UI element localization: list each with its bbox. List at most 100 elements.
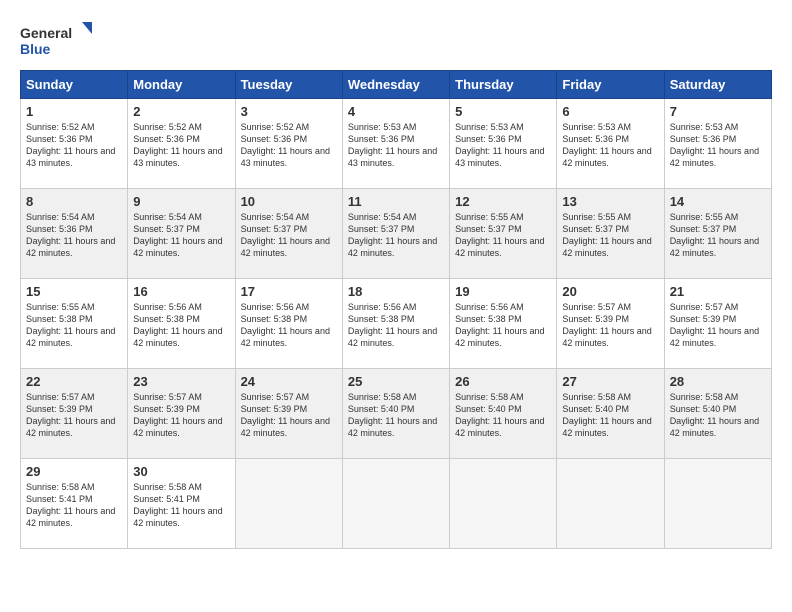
day-info: Sunrise: 5:57 AMSunset: 5:39 PMDaylight:…: [562, 301, 658, 350]
weekday-header-sunday: Sunday: [21, 71, 128, 99]
day-info: Sunrise: 5:53 AMSunset: 5:36 PMDaylight:…: [670, 121, 766, 170]
day-info: Sunrise: 5:54 AMSunset: 5:37 PMDaylight:…: [133, 211, 229, 260]
day-number: 1: [26, 104, 122, 119]
calendar-cell: 17 Sunrise: 5:56 AMSunset: 5:38 PMDayligh…: [235, 279, 342, 369]
day-number: 28: [670, 374, 766, 389]
calendar-cell: 27Sunrise: 5:58 AMSunset: 5:40 PMDayligh…: [557, 369, 664, 459]
calendar-cell: 25 Sunrise: 5:58 AMSunset: 5:40 PMDayligh…: [342, 369, 449, 459]
calendar-cell: 14 Sunrise: 5:55 AMSunset: 5:37 PMDayligh…: [664, 189, 771, 279]
logo: GeneralBlue: [20, 20, 100, 60]
day-number: 19: [455, 284, 551, 299]
day-info: Sunrise: 5:52 AMSunset: 5:36 PMDaylight:…: [26, 121, 122, 170]
calendar-week-4: 22 Sunrise: 5:57 AMSunset: 5:39 PMDayligh…: [21, 369, 772, 459]
day-number: 18: [348, 284, 444, 299]
day-number: 3: [241, 104, 337, 119]
calendar-table: SundayMondayTuesdayWednesdayThursdayFrid…: [20, 70, 772, 549]
calendar-cell: 20 Sunrise: 5:57 AMSunset: 5:39 PMDayligh…: [557, 279, 664, 369]
day-info: Sunrise: 5:55 AMSunset: 5:37 PMDaylight:…: [670, 211, 766, 260]
day-number: 13: [562, 194, 658, 209]
calendar-cell: 24 Sunrise: 5:57 AMSunset: 5:39 PMDayligh…: [235, 369, 342, 459]
weekday-header-wednesday: Wednesday: [342, 71, 449, 99]
calendar-cell: 11Sunrise: 5:54 AMSunset: 5:37 PMDayligh…: [342, 189, 449, 279]
day-number: 25: [348, 374, 444, 389]
day-number: 23: [133, 374, 229, 389]
calendar-cell: 2 Sunrise: 5:52 AMSunset: 5:36 PMDaylight…: [128, 99, 235, 189]
day-info: Sunrise: 5:56 AMSunset: 5:38 PMDaylight:…: [348, 301, 444, 350]
weekday-header-thursday: Thursday: [450, 71, 557, 99]
calendar-cell: 21 Sunrise: 5:57 AMSunset: 5:39 PMDayligh…: [664, 279, 771, 369]
day-info: Sunrise: 5:58 AMSunset: 5:40 PMDaylight:…: [562, 391, 658, 440]
day-info: Sunrise: 5:55 AMSunset: 5:37 PMDaylight:…: [562, 211, 658, 260]
calendar-cell: 15 Sunrise: 5:55 AMSunset: 5:38 PMDayligh…: [21, 279, 128, 369]
day-number: 2: [133, 104, 229, 119]
day-number: 11: [348, 194, 444, 209]
weekday-header-saturday: Saturday: [664, 71, 771, 99]
day-number: 5: [455, 104, 551, 119]
day-number: 9: [133, 194, 229, 209]
calendar-cell: 12 Sunrise: 5:55 AMSunset: 5:37 PMDayligh…: [450, 189, 557, 279]
calendar-cell: 29 Sunrise: 5:58 AMSunset: 5:41 PMDayligh…: [21, 459, 128, 549]
calendar-cell: 19 Sunrise: 5:56 AMSunset: 5:38 PMDayligh…: [450, 279, 557, 369]
day-info: Sunrise: 5:57 AMSunset: 5:39 PMDaylight:…: [241, 391, 337, 440]
day-info: Sunrise: 5:58 AMSunset: 5:41 PMDaylight:…: [26, 481, 122, 530]
day-info: Sunrise: 5:56 AMSunset: 5:38 PMDaylight:…: [455, 301, 551, 350]
day-number: 20: [562, 284, 658, 299]
day-info: Sunrise: 5:58 AMSunset: 5:41 PMDaylight:…: [133, 481, 229, 530]
weekday-header-friday: Friday: [557, 71, 664, 99]
calendar-cell: 9 Sunrise: 5:54 AMSunset: 5:37 PMDaylight…: [128, 189, 235, 279]
calendar-cell: 5 Sunrise: 5:53 AMSunset: 5:36 PMDaylight…: [450, 99, 557, 189]
day-info: Sunrise: 5:53 AMSunset: 5:36 PMDaylight:…: [455, 121, 551, 170]
calendar-cell: 13 Sunrise: 5:55 AMSunset: 5:37 PMDayligh…: [557, 189, 664, 279]
day-number: 24: [241, 374, 337, 389]
logo-svg: GeneralBlue: [20, 20, 100, 60]
calendar-week-3: 15 Sunrise: 5:55 AMSunset: 5:38 PMDayligh…: [21, 279, 772, 369]
day-number: 17: [241, 284, 337, 299]
day-number: 22: [26, 374, 122, 389]
calendar-cell: 23 Sunrise: 5:57 AMSunset: 5:39 PMDayligh…: [128, 369, 235, 459]
calendar-week-2: 8 Sunrise: 5:54 AMSunset: 5:36 PMDaylight…: [21, 189, 772, 279]
day-info: Sunrise: 5:55 AMSunset: 5:38 PMDaylight:…: [26, 301, 122, 350]
day-number: 6: [562, 104, 658, 119]
calendar-cell: 4Sunrise: 5:53 AMSunset: 5:36 PMDaylight…: [342, 99, 449, 189]
day-number: 21: [670, 284, 766, 299]
calendar-cell: 1 Sunrise: 5:52 AMSunset: 5:36 PMDaylight…: [21, 99, 128, 189]
calendar-cell: 10Sunrise: 5:54 AMSunset: 5:37 PMDayligh…: [235, 189, 342, 279]
day-number: 10: [241, 194, 337, 209]
svg-text:Blue: Blue: [20, 41, 51, 57]
day-number: 12: [455, 194, 551, 209]
day-info: Sunrise: 5:55 AMSunset: 5:37 PMDaylight:…: [455, 211, 551, 260]
day-info: Sunrise: 5:57 AMSunset: 5:39 PMDaylight:…: [670, 301, 766, 350]
calendar-cell: 3Sunrise: 5:52 AMSunset: 5:36 PMDaylight…: [235, 99, 342, 189]
calendar-cell: 18 Sunrise: 5:56 AMSunset: 5:38 PMDayligh…: [342, 279, 449, 369]
svg-text:General: General: [20, 25, 72, 41]
day-number: 15: [26, 284, 122, 299]
day-info: Sunrise: 5:58 AMSunset: 5:40 PMDaylight:…: [348, 391, 444, 440]
calendar-cell: 8 Sunrise: 5:54 AMSunset: 5:36 PMDaylight…: [21, 189, 128, 279]
day-info: Sunrise: 5:52 AMSunset: 5:36 PMDaylight:…: [133, 121, 229, 170]
day-number: 8: [26, 194, 122, 209]
calendar-week-1: 1 Sunrise: 5:52 AMSunset: 5:36 PMDaylight…: [21, 99, 772, 189]
calendar-cell: [235, 459, 342, 549]
day-info: Sunrise: 5:58 AMSunset: 5:40 PMDaylight:…: [670, 391, 766, 440]
day-number: 30: [133, 464, 229, 479]
day-number: 14: [670, 194, 766, 209]
calendar-cell: 28 Sunrise: 5:58 AMSunset: 5:40 PMDayligh…: [664, 369, 771, 459]
day-info: Sunrise: 5:53 AMSunset: 5:36 PMDaylight:…: [562, 121, 658, 170]
day-info: Sunrise: 5:56 AMSunset: 5:38 PMDaylight:…: [241, 301, 337, 350]
weekday-header-monday: Monday: [128, 71, 235, 99]
calendar-cell: [450, 459, 557, 549]
day-info: Sunrise: 5:58 AMSunset: 5:40 PMDaylight:…: [455, 391, 551, 440]
day-info: Sunrise: 5:54 AMSunset: 5:36 PMDaylight:…: [26, 211, 122, 260]
day-info: Sunrise: 5:57 AMSunset: 5:39 PMDaylight:…: [26, 391, 122, 440]
calendar-cell: 6 Sunrise: 5:53 AMSunset: 5:36 PMDaylight…: [557, 99, 664, 189]
day-info: Sunrise: 5:56 AMSunset: 5:38 PMDaylight:…: [133, 301, 229, 350]
day-info: Sunrise: 5:53 AMSunset: 5:36 PMDaylight:…: [348, 121, 444, 170]
calendar-cell: [664, 459, 771, 549]
day-number: 26: [455, 374, 551, 389]
calendar-header-row: SundayMondayTuesdayWednesdayThursdayFrid…: [21, 71, 772, 99]
calendar-week-5: 29 Sunrise: 5:58 AMSunset: 5:41 PMDayligh…: [21, 459, 772, 549]
day-info: Sunrise: 5:57 AMSunset: 5:39 PMDaylight:…: [133, 391, 229, 440]
day-number: 29: [26, 464, 122, 479]
calendar-cell: 16 Sunrise: 5:56 AMSunset: 5:38 PMDayligh…: [128, 279, 235, 369]
day-number: 16: [133, 284, 229, 299]
